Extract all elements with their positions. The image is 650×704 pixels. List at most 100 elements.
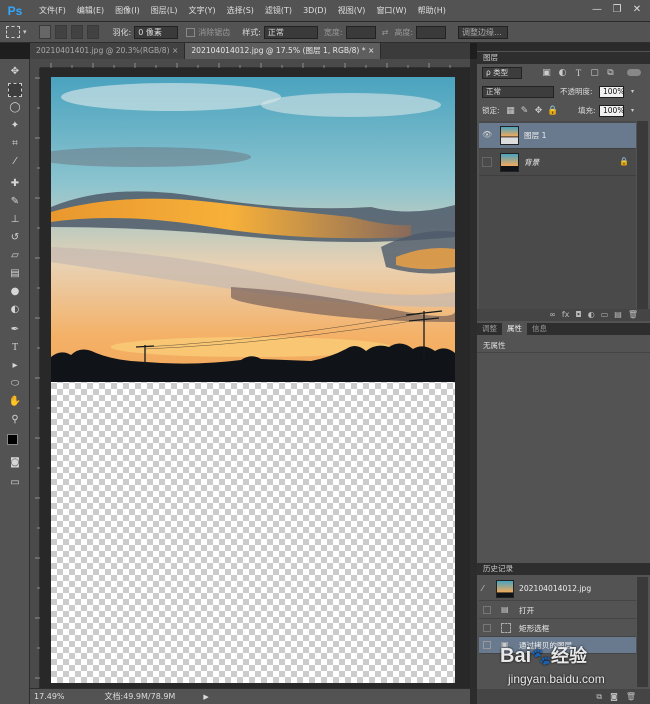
menu-help[interactable]: 帮助(H) bbox=[418, 5, 446, 16]
history-snapshot[interactable]: ⁄ 202104014012.jpg bbox=[479, 577, 636, 601]
dock-collapse-bar[interactable] bbox=[477, 43, 650, 51]
layer-item-background[interactable]: 背景 🔒 bbox=[479, 150, 636, 176]
fill-dropdown-icon[interactable]: ▾ bbox=[627, 105, 638, 117]
menu-edit[interactable]: 编辑(E) bbox=[77, 5, 104, 16]
shape-filter-icon[interactable]: ▢ bbox=[589, 67, 600, 79]
menu-file[interactable]: 文件(F) bbox=[39, 5, 66, 16]
type-tool-icon[interactable]: T bbox=[8, 341, 22, 355]
history-brush-source-icon[interactable]: ⁄ bbox=[482, 584, 483, 593]
add-selection-icon[interactable] bbox=[54, 25, 67, 39]
layer-name[interactable]: 背景 bbox=[524, 157, 539, 168]
link-layers-icon[interactable]: ∞ bbox=[549, 309, 556, 321]
fx-icon[interactable]: fx bbox=[562, 309, 570, 321]
eraser-tool-icon[interactable]: ▱ bbox=[8, 249, 22, 263]
history-item-marquee[interactable]: 矩形选框 bbox=[479, 620, 636, 637]
zoom-level[interactable]: 17.49% bbox=[34, 692, 65, 701]
layer-name[interactable]: 图层 1 bbox=[524, 130, 546, 141]
pen-tool-icon[interactable]: ✒ bbox=[8, 323, 22, 337]
style-select[interactable]: 正常 bbox=[263, 25, 318, 39]
dodge-tool-icon[interactable]: ◐ bbox=[8, 303, 22, 317]
lock-transparency-icon[interactable]: ▦ bbox=[505, 105, 516, 117]
adjustment-layer-icon[interactable]: ◐ bbox=[588, 309, 595, 321]
history-panel-tab[interactable]: 历史记录 bbox=[477, 563, 650, 575]
brush-tool-icon[interactable]: ✎ bbox=[8, 195, 22, 209]
layers-panel-tab[interactable]: 图层 bbox=[477, 52, 650, 64]
history-item-open[interactable]: ▤ 打开 bbox=[479, 602, 636, 619]
status-menu-arrow-icon[interactable]: ▶ bbox=[203, 693, 208, 701]
close-tab-icon[interactable]: × bbox=[172, 46, 178, 55]
opacity-input[interactable]: 100% bbox=[599, 86, 624, 98]
layer-filter-select[interactable]: ρ 类型 bbox=[482, 67, 522, 79]
menu-3d[interactable]: 3D(D) bbox=[303, 6, 327, 15]
clone-stamp-tool-icon[interactable]: ⊥ bbox=[8, 213, 22, 227]
width-input[interactable] bbox=[345, 25, 376, 39]
gradient-tool-icon[interactable]: ▤ bbox=[8, 267, 22, 281]
healing-brush-tool-icon[interactable]: ✚ bbox=[8, 177, 22, 191]
close-button[interactable]: ✕ bbox=[630, 3, 644, 17]
restore-button[interactable]: ❐ bbox=[610, 3, 624, 17]
blur-tool-icon[interactable]: ● bbox=[8, 285, 22, 299]
vertical-ruler[interactable] bbox=[30, 68, 40, 688]
lock-pixels-icon[interactable]: ✎ bbox=[519, 105, 530, 117]
new-layer-icon[interactable]: ▤ bbox=[614, 309, 622, 321]
history-brush-tool-icon[interactable]: ↺ bbox=[8, 231, 22, 245]
ruler-origin[interactable] bbox=[30, 59, 40, 68]
sunset-photo-layer[interactable] bbox=[51, 77, 455, 382]
path-select-tool-icon[interactable]: ▸ bbox=[8, 359, 22, 373]
add-mask-icon[interactable]: ◘ bbox=[575, 309, 581, 321]
canvas-scrollbar[interactable] bbox=[470, 59, 477, 704]
subtract-selection-icon[interactable] bbox=[70, 25, 83, 39]
layers-scrollbar[interactable] bbox=[637, 121, 648, 309]
new-group-icon[interactable]: ▭ bbox=[601, 309, 609, 321]
adjust-filter-icon[interactable]: ◐ bbox=[557, 67, 568, 79]
menu-type[interactable]: 文字(Y) bbox=[188, 5, 215, 16]
filter-toggle[interactable] bbox=[627, 69, 641, 76]
pixel-filter-icon[interactable]: ▣ bbox=[541, 67, 552, 79]
tab-document-2[interactable]: 202104014012.jpg @ 17.5% (图层 1, RGB/8) *… bbox=[185, 43, 382, 59]
fill-input[interactable]: 100% bbox=[599, 105, 624, 117]
zoom-tool-icon[interactable]: ⚲ bbox=[8, 413, 22, 427]
tab-properties[interactable]: 属性 bbox=[502, 323, 527, 335]
menu-layer[interactable]: 图层(L) bbox=[151, 5, 178, 16]
quick-mask-icon[interactable]: ◙ bbox=[8, 456, 22, 470]
smart-filter-icon[interactable]: ⧉ bbox=[605, 67, 616, 79]
layer-item-layer1[interactable]: 👁 图层 1 bbox=[479, 123, 636, 149]
menu-view[interactable]: 视图(V) bbox=[338, 5, 366, 16]
antialias-checkbox[interactable] bbox=[186, 27, 196, 37]
visibility-eye-icon[interactable]: 👁 bbox=[482, 130, 492, 140]
lock-position-icon[interactable]: ✥ bbox=[533, 105, 544, 117]
intersect-selection-icon[interactable] bbox=[86, 25, 99, 39]
swap-icon[interactable]: ⇄ bbox=[382, 28, 389, 37]
menu-image[interactable]: 图像(I) bbox=[115, 5, 140, 16]
magic-wand-tool-icon[interactable]: ✦ bbox=[8, 119, 22, 133]
move-tool-icon[interactable]: ✥ bbox=[8, 65, 22, 79]
menu-select[interactable]: 选择(S) bbox=[227, 5, 254, 16]
feather-input[interactable]: 0 像素 bbox=[134, 25, 179, 39]
blend-mode-select[interactable]: 正常 bbox=[482, 86, 554, 98]
ellipse-tool-icon[interactable]: ⬭ bbox=[8, 377, 22, 391]
menu-filter[interactable]: 滤镜(T) bbox=[265, 5, 292, 16]
tab-document-1[interactable]: 20210401401.jpg @ 20.3%(RGB/8) × bbox=[30, 43, 186, 59]
new-selection-icon[interactable] bbox=[38, 25, 51, 39]
minimize-button[interactable]: — bbox=[590, 3, 604, 17]
foreground-color-swatch[interactable] bbox=[7, 434, 18, 445]
type-filter-icon[interactable]: T bbox=[573, 67, 584, 79]
visibility-eye-icon[interactable] bbox=[482, 157, 492, 167]
eyedropper-tool-icon[interactable]: ⁄ bbox=[8, 155, 22, 169]
lock-all-icon[interactable]: 🔒 bbox=[547, 105, 558, 117]
delete-layer-icon[interactable]: 🗑 bbox=[628, 309, 638, 321]
refine-edge-button[interactable]: 调整边缘... bbox=[458, 25, 509, 39]
tab-info[interactable]: 信息 bbox=[527, 323, 552, 335]
hand-tool-icon[interactable]: ✋ bbox=[8, 395, 22, 409]
tab-adjustments[interactable]: 调整 bbox=[477, 323, 502, 335]
screen-mode-icon[interactable]: ▭ bbox=[8, 476, 22, 490]
lasso-tool-icon[interactable]: ◯ bbox=[8, 101, 22, 115]
close-tab-icon[interactable]: × bbox=[368, 46, 374, 55]
height-input[interactable] bbox=[416, 25, 447, 39]
chevron-down-icon[interactable]: ▾ bbox=[23, 28, 27, 36]
horizontal-ruler[interactable] bbox=[40, 59, 470, 68]
rect-marquee-tool-icon[interactable] bbox=[8, 83, 22, 97]
menu-window[interactable]: 窗口(W) bbox=[376, 5, 406, 16]
marquee-preset-icon[interactable] bbox=[6, 26, 20, 38]
crop-tool-icon[interactable]: ⌗ bbox=[8, 137, 22, 151]
